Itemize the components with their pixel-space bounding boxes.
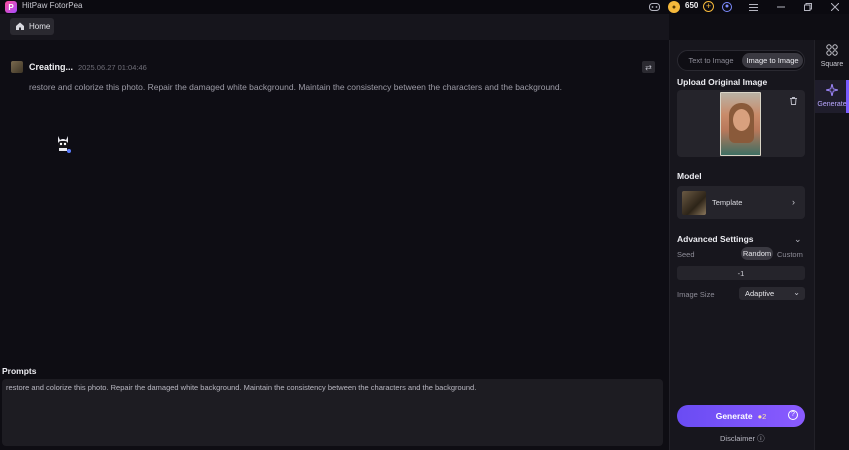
coin-icon: ● xyxy=(668,1,680,13)
help-icon[interactable]: ? xyxy=(788,410,798,420)
menu-icon[interactable] xyxy=(746,0,760,14)
loading-mascot-icon xyxy=(53,134,73,154)
image-size-select[interactable]: Adaptive ⌄ xyxy=(739,287,805,300)
model-title: Model xyxy=(677,171,702,181)
image-size-label: Image Size xyxy=(677,290,715,299)
grid-icon xyxy=(826,44,838,59)
user-icon[interactable] xyxy=(720,0,734,14)
chevron-down-icon[interactable]: ⌄ xyxy=(794,234,802,245)
seed-label: Seed xyxy=(677,250,695,259)
home-icon xyxy=(16,22,24,32)
nav-bar xyxy=(0,14,669,40)
rail-item-generate[interactable]: Generate xyxy=(815,83,849,108)
gamepad-icon[interactable] xyxy=(647,0,661,14)
home-label: Home xyxy=(29,22,51,31)
chevron-right-icon: › xyxy=(792,197,795,207)
task-prompt: restore and colorize this photo. Repair … xyxy=(29,82,562,92)
add-coin-icon[interactable]: + xyxy=(703,1,714,12)
coin-count: 650 xyxy=(685,1,699,10)
task-status: Creating... xyxy=(29,62,74,72)
restore-icon[interactable] xyxy=(801,0,815,14)
app-window: P HitPaw FotorPea ● 650 + Home Creating.… xyxy=(0,0,849,450)
close-icon[interactable] xyxy=(828,0,842,14)
tab-text-to-image[interactable]: Text to Image xyxy=(681,53,741,68)
tab-image-to-image[interactable]: Image to Image xyxy=(742,53,803,68)
disclaimer-label: Disclaimer xyxy=(720,434,756,443)
uploaded-photo xyxy=(720,92,761,156)
prompts-label: Prompts xyxy=(2,366,37,376)
generate-button[interactable]: Generate ●2 xyxy=(677,405,805,427)
generate-cost: ●2 xyxy=(758,412,767,421)
photo-face xyxy=(733,109,750,131)
delete-image-icon[interactable] xyxy=(790,97,797,107)
model-thumbnail xyxy=(682,191,706,215)
rail-item-square[interactable]: Square xyxy=(815,44,849,68)
refresh-button[interactable]: ⇄ xyxy=(642,61,655,73)
info-icon: ⓘ xyxy=(757,434,765,443)
rail-item-label: Generate xyxy=(817,101,847,108)
seed-custom-option[interactable]: Custom xyxy=(777,250,803,259)
chevron-down-icon: ⌄ xyxy=(793,288,800,297)
image-size-value: Adaptive xyxy=(745,289,775,298)
generate-label: Generate xyxy=(715,411,753,421)
rail-item-label: Square xyxy=(820,61,844,68)
minimize-icon[interactable] xyxy=(774,0,788,14)
prompts-input[interactable]: restore and colorize this photo. Repair … xyxy=(2,379,663,446)
app-title: HitPaw FotorPea xyxy=(22,1,83,10)
disclaimer-link[interactable]: Disclaimer ⓘ xyxy=(720,433,765,444)
task-thumbnail xyxy=(11,61,23,73)
seed-random-option[interactable]: Random xyxy=(741,247,773,260)
model-name: Template xyxy=(712,198,743,207)
home-button[interactable]: Home xyxy=(10,18,54,35)
sparkle-icon xyxy=(825,83,839,99)
generate-cost-value: 2 xyxy=(762,411,767,421)
advanced-settings-title[interactable]: Advanced Settings xyxy=(677,234,754,244)
app-logo: P xyxy=(5,1,17,13)
task-date: 2025.06.27 01:04:46 xyxy=(78,63,147,72)
mode-tabs: Text to Image Image to Image xyxy=(677,50,805,71)
refresh-icon: ⇄ xyxy=(645,62,652,72)
seed-value-field[interactable]: -1 xyxy=(677,266,805,280)
upload-title: Upload Original Image xyxy=(677,77,768,87)
